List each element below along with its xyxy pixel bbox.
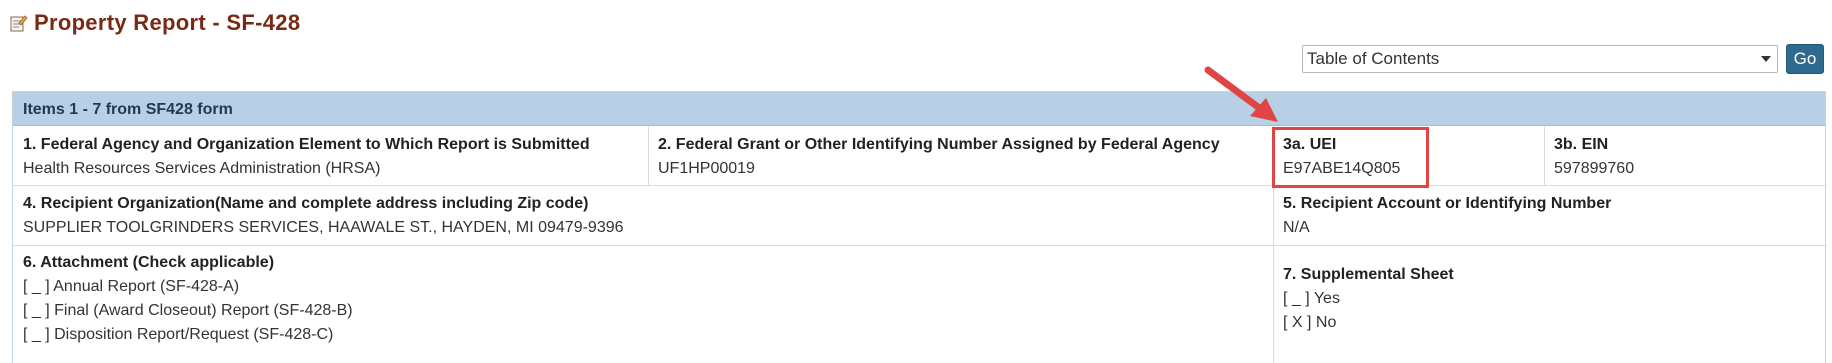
field-label: 1. Federal Agency and Organization Eleme… — [23, 136, 590, 153]
section-header: Items 1 - 7 from SF428 form — [13, 92, 1825, 126]
page: Property Report - SF-428 Table of Conten… — [0, 0, 1832, 363]
field-label: 3b. EIN — [1554, 136, 1609, 153]
field-value: N/A — [1283, 219, 1310, 236]
chevron-down-icon — [1761, 56, 1771, 62]
go-button[interactable]: Go — [1786, 44, 1824, 74]
field-recipient-organization: 4. Recipient Organization(Name and compl… — [13, 185, 1273, 245]
checkbox-option-yes: [ _ ] Yes — [1283, 290, 1340, 307]
table-of-contents-select[interactable]: Table of Contents — [1302, 45, 1778, 73]
field-label: 2. Federal Grant or Other Identifying Nu… — [658, 136, 1220, 153]
field-federal-agency: 1. Federal Agency and Organization Eleme… — [13, 126, 648, 185]
checkbox-option-annual-report: [ _ ] Annual Report (SF-428-A) — [23, 278, 240, 295]
field-label: 6. Attachment (Check applicable) — [23, 254, 275, 271]
field-supplemental-sheet: 7. Supplemental Sheet [ _ ] Yes [ X ] No — [1273, 245, 1827, 363]
checkbox-option-final-report: [ _ ] Final (Award Closeout) Report (SF-… — [23, 302, 353, 319]
field-label: 4. Recipient Organization(Name and compl… — [23, 195, 589, 212]
page-title: Property Report - SF-428 — [34, 10, 301, 35]
column-divider — [648, 126, 649, 185]
field-value: 597899760 — [1554, 160, 1635, 177]
row-divider — [13, 185, 1827, 186]
row-divider — [13, 245, 1827, 246]
title-row: Property Report - SF-428 — [8, 10, 300, 36]
checkbox-option-no: [ X ] No — [1283, 314, 1337, 331]
field-label: 7. Supplemental Sheet — [1283, 266, 1454, 283]
toc-selected-value: Table of Contents — [1307, 49, 1440, 68]
field-ein: 3b. EIN 597899760 — [1544, 126, 1827, 185]
field-label: 5. Recipient Account or Identifying Numb… — [1283, 195, 1612, 212]
sf428-form-section: Items 1 - 7 from SF428 form 1. Federal A… — [12, 91, 1827, 363]
uei-highlight-box — [1272, 127, 1429, 188]
field-value: UF1HP00019 — [658, 160, 755, 177]
report-icon — [8, 13, 28, 33]
checkbox-option-disposition-report: [ _ ] Disposition Report/Request (SF-428… — [23, 326, 334, 343]
field-federal-grant-number: 2. Federal Grant or Other Identifying Nu… — [648, 126, 1273, 185]
column-divider — [1544, 126, 1545, 185]
annotation-arrow-icon — [1204, 66, 1278, 122]
field-attachment: 6. Attachment (Check applicable) [ _ ] A… — [13, 245, 1273, 363]
field-value: SUPPLIER TOOLGRINDERS SERVICES, HAAWALE … — [23, 219, 624, 236]
field-recipient-account: 5. Recipient Account or Identifying Numb… — [1273, 185, 1827, 245]
field-value: Health Resources Services Administration… — [23, 160, 381, 177]
